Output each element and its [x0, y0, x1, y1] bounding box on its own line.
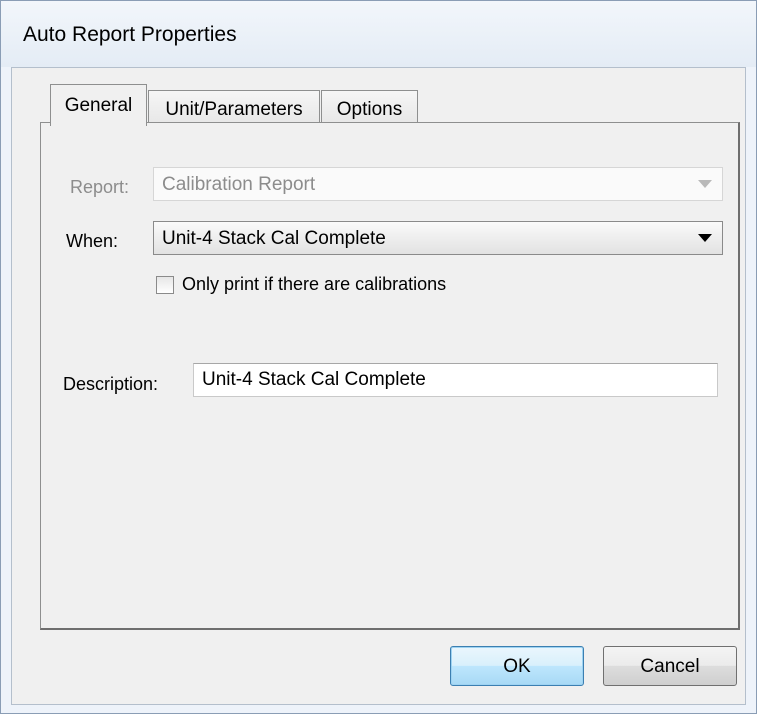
description-label: Description:	[63, 374, 159, 394]
report-combobox-value: Calibration Report	[162, 174, 316, 195]
report-label: Report:	[70, 177, 130, 197]
window-title: Auto Report Properties	[23, 23, 237, 46]
description-input[interactable]: Unit-4 Stack Cal Complete	[193, 363, 718, 397]
title-bar[interactable]: Auto Report Properties	[1, 1, 756, 67]
only-print-checkbox[interactable]	[156, 276, 174, 294]
when-label: When:	[66, 231, 119, 251]
report-combobox[interactable]: Calibration Report	[153, 167, 723, 201]
chevron-down-icon	[698, 180, 712, 188]
dialog-window: Auto Report Properties General Unit/Para…	[0, 0, 757, 714]
chevron-down-icon	[698, 234, 712, 242]
when-combobox[interactable]: Unit-4 Stack Cal Complete	[153, 221, 723, 255]
dialog-client-area: General Unit/Parameters Options Report: …	[11, 67, 746, 705]
cancel-button[interactable]: Cancel	[603, 646, 737, 686]
ok-button[interactable]: OK	[450, 646, 584, 686]
tab-general[interactable]: General	[50, 84, 147, 126]
when-combobox-value: Unit-4 Stack Cal Complete	[162, 228, 386, 249]
tab-unit-parameters[interactable]: Unit/Parameters	[148, 90, 320, 126]
tab-panel-general: Report: Calibration Report When: Unit-4 …	[40, 122, 740, 630]
only-print-label[interactable]: Only print if there are calibrations	[182, 274, 446, 295]
tab-options[interactable]: Options	[321, 90, 418, 126]
